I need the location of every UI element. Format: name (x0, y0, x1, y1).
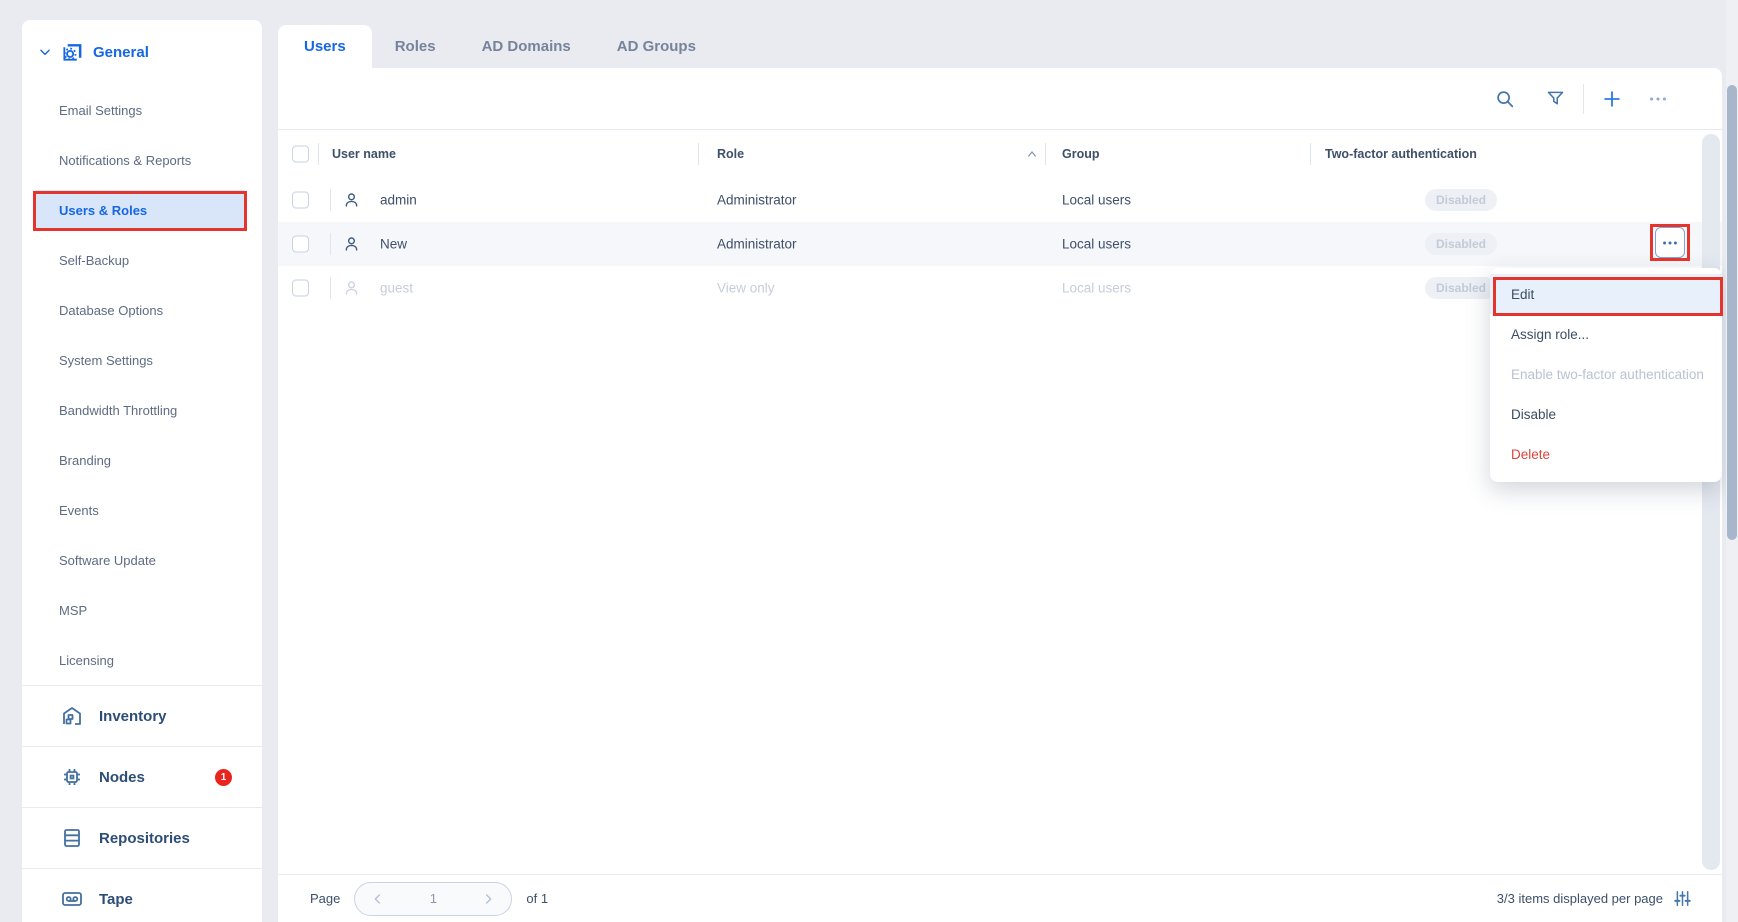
user-icon (342, 191, 361, 210)
next-page-button[interactable] (478, 889, 498, 909)
chevron-right-icon (480, 891, 496, 907)
page-total-label: of 1 (526, 891, 548, 906)
sidebar-section-nodes[interactable]: Nodes 1 (22, 746, 262, 807)
inventory-icon (60, 704, 84, 728)
table-scrollbar-track[interactable] (1702, 134, 1720, 870)
nodes-count-badge: 1 (215, 769, 232, 786)
row-checkbox[interactable] (292, 192, 309, 209)
sidebar-section-tape[interactable]: Tape (22, 868, 262, 922)
user-icon (342, 279, 361, 298)
menu-item-delete[interactable]: Delete (1490, 434, 1722, 474)
table-footer: Page 1 of 1 3/3 items displayed per page (278, 874, 1722, 922)
chevron-left-icon (370, 891, 386, 907)
cell-role: Administrator (717, 193, 797, 208)
current-page-value[interactable]: 1 (430, 891, 437, 906)
toolbar-divider (1583, 84, 1584, 114)
page-label: Page (310, 891, 340, 906)
user-icon (342, 235, 361, 254)
sidebar-section-inventory[interactable]: Inventory (22, 685, 262, 746)
search-icon (1494, 88, 1516, 110)
sidebar-item-system-settings[interactable]: System Settings (22, 335, 262, 385)
page-scrollbar-thumb[interactable] (1727, 85, 1737, 540)
cell-group: Local users (1062, 237, 1131, 252)
table-header: User name Role Group Two-factor authenti… (278, 130, 1722, 178)
row-context-menu: Edit Assign role... Enable two-factor au… (1490, 268, 1722, 482)
tab-ad-groups[interactable]: AD Groups (594, 25, 719, 68)
items-summary: 3/3 items displayed per page (1497, 891, 1663, 906)
column-header-group[interactable]: Group (1062, 147, 1100, 161)
sidebar-item-software-update[interactable]: Software Update (22, 535, 262, 585)
more-icon (1647, 88, 1669, 110)
add-icon (1601, 88, 1623, 110)
search-button[interactable] (1487, 81, 1523, 117)
menu-item-assign-role[interactable]: Assign role... (1490, 314, 1722, 354)
table-row-admin[interactable]: admin Administrator Local users Disabled (278, 178, 1722, 222)
sidebar-item-events[interactable]: Events (22, 485, 262, 535)
select-all-checkbox[interactable] (292, 146, 309, 163)
row-checkbox[interactable] (292, 280, 309, 297)
repositories-icon (60, 826, 84, 850)
sidebar-item-branding[interactable]: Branding (22, 435, 262, 485)
general-settings-icon (61, 41, 84, 64)
sidebar-item-users-roles[interactable]: Users & Roles (22, 185, 262, 235)
cell-role: Administrator (717, 237, 797, 252)
sidebar-item-database-options[interactable]: Database Options (22, 285, 262, 335)
sidebar-group-general[interactable]: General (22, 30, 262, 74)
cell-user-name: New (380, 237, 407, 252)
column-header-two-factor[interactable]: Two-factor authentication (1325, 147, 1477, 161)
page-selector: 1 (354, 882, 512, 916)
sidebar-item-bandwidth-throttling[interactable]: Bandwidth Throttling (22, 385, 262, 435)
previous-page-button[interactable] (368, 889, 388, 909)
nodes-icon (60, 765, 84, 789)
cell-group: Local users (1062, 281, 1131, 296)
cell-user-name: admin (380, 193, 417, 208)
sidebar-menu: Email Settings Notifications & Reports U… (22, 85, 262, 685)
two-factor-status-badge: Disabled (1425, 277, 1497, 299)
sidebar-item-licensing[interactable]: Licensing (22, 635, 262, 685)
sidebar-item-email-settings[interactable]: Email Settings (22, 85, 262, 135)
filter-button[interactable] (1537, 81, 1573, 117)
page-scrollbar-track[interactable] (1726, 0, 1738, 922)
row-checkbox[interactable] (292, 236, 309, 253)
sidebar-section-repositories[interactable]: Repositories (22, 807, 262, 868)
sidebar-item-notifications-reports[interactable]: Notifications & Reports (22, 135, 262, 185)
users-panel: User name Role Group Two-factor authenti… (278, 68, 1722, 922)
table-toolbar (278, 68, 1722, 130)
sidebar-item-msp[interactable]: MSP (22, 585, 262, 635)
cell-group: Local users (1062, 193, 1131, 208)
chevron-down-icon (38, 45, 52, 59)
app-viewport: General Email Settings Notifications & R… (0, 0, 1738, 922)
row-actions-button[interactable] (1655, 227, 1685, 258)
sidebar: General Email Settings Notifications & R… (22, 20, 262, 922)
two-factor-status-badge: Disabled (1425, 189, 1497, 211)
sidebar-item-self-backup[interactable]: Self-Backup (22, 235, 262, 285)
two-factor-status-badge: Disabled (1425, 233, 1497, 255)
menu-item-edit[interactable]: Edit (1490, 274, 1722, 314)
tape-icon (60, 887, 84, 911)
tab-users[interactable]: Users (278, 25, 372, 68)
sidebar-group-label: General (93, 44, 149, 61)
table-row-new[interactable]: New Administrator Local users Disabled (278, 222, 1722, 266)
menu-item-disable[interactable]: Disable (1490, 394, 1722, 434)
toolbar-more-button[interactable] (1640, 81, 1676, 117)
tab-roles[interactable]: Roles (372, 25, 459, 68)
column-header-role[interactable]: Role (717, 147, 744, 161)
page-size-icon[interactable] (1673, 889, 1692, 908)
tab-bar: Users Roles AD Domains AD Groups (278, 25, 719, 68)
add-user-button[interactable] (1594, 81, 1630, 117)
sort-ascending-icon[interactable] (1024, 146, 1040, 162)
tab-ad-domains[interactable]: AD Domains (459, 25, 594, 68)
cell-role: View only (717, 281, 775, 296)
column-header-user-name[interactable]: User name (332, 147, 396, 161)
filter-icon (1545, 88, 1566, 109)
ellipsis-icon (1660, 233, 1680, 253)
cell-user-name: guest (380, 281, 413, 296)
menu-item-enable-two-factor: Enable two-factor authentication (1490, 354, 1722, 394)
